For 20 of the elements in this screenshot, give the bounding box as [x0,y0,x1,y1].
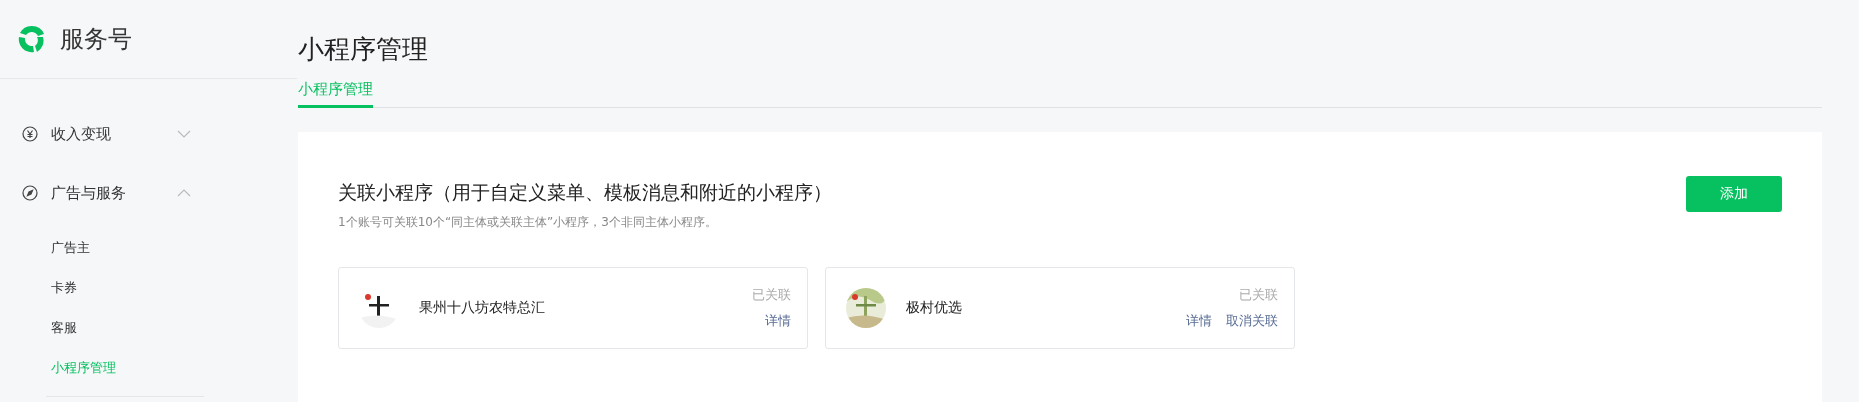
chevron-icon [177,130,191,138]
action-link[interactable]: 取消关联 [1226,312,1278,330]
action-link[interactable]: 详情 [765,312,791,330]
page-title: 小程序管理 [298,33,429,66]
brand-name: 服务号 [60,24,132,55]
link-status: 已关联 [752,286,791,304]
action-link[interactable]: 详情 [1186,312,1212,330]
link-status: 已关联 [1238,286,1278,304]
mini-program-name: 极村优选 [906,299,963,317]
sidebar-item[interactable]: 广告主 [22,228,297,268]
sidebar-group[interactable]: 收入变现 [22,110,297,158]
sidebar-item[interactable]: 客服 [22,308,297,348]
chevron-icon [177,189,191,197]
compass-icon [22,185,38,201]
sidebar-item[interactable]: 卡券 [22,268,297,308]
mini-program-name: 果州十八坊农特总汇 [419,299,546,317]
sidebar-group[interactable]: 广告与服务 [22,169,297,217]
yen-icon [22,126,38,142]
section-note: 1个账号可关联10个“同主体或关联主体”小程序，3个非同主体小程序。 [338,214,718,231]
section-title: 关联小程序（用于自定义菜单、模板消息和附近的小程序） [338,180,832,205]
